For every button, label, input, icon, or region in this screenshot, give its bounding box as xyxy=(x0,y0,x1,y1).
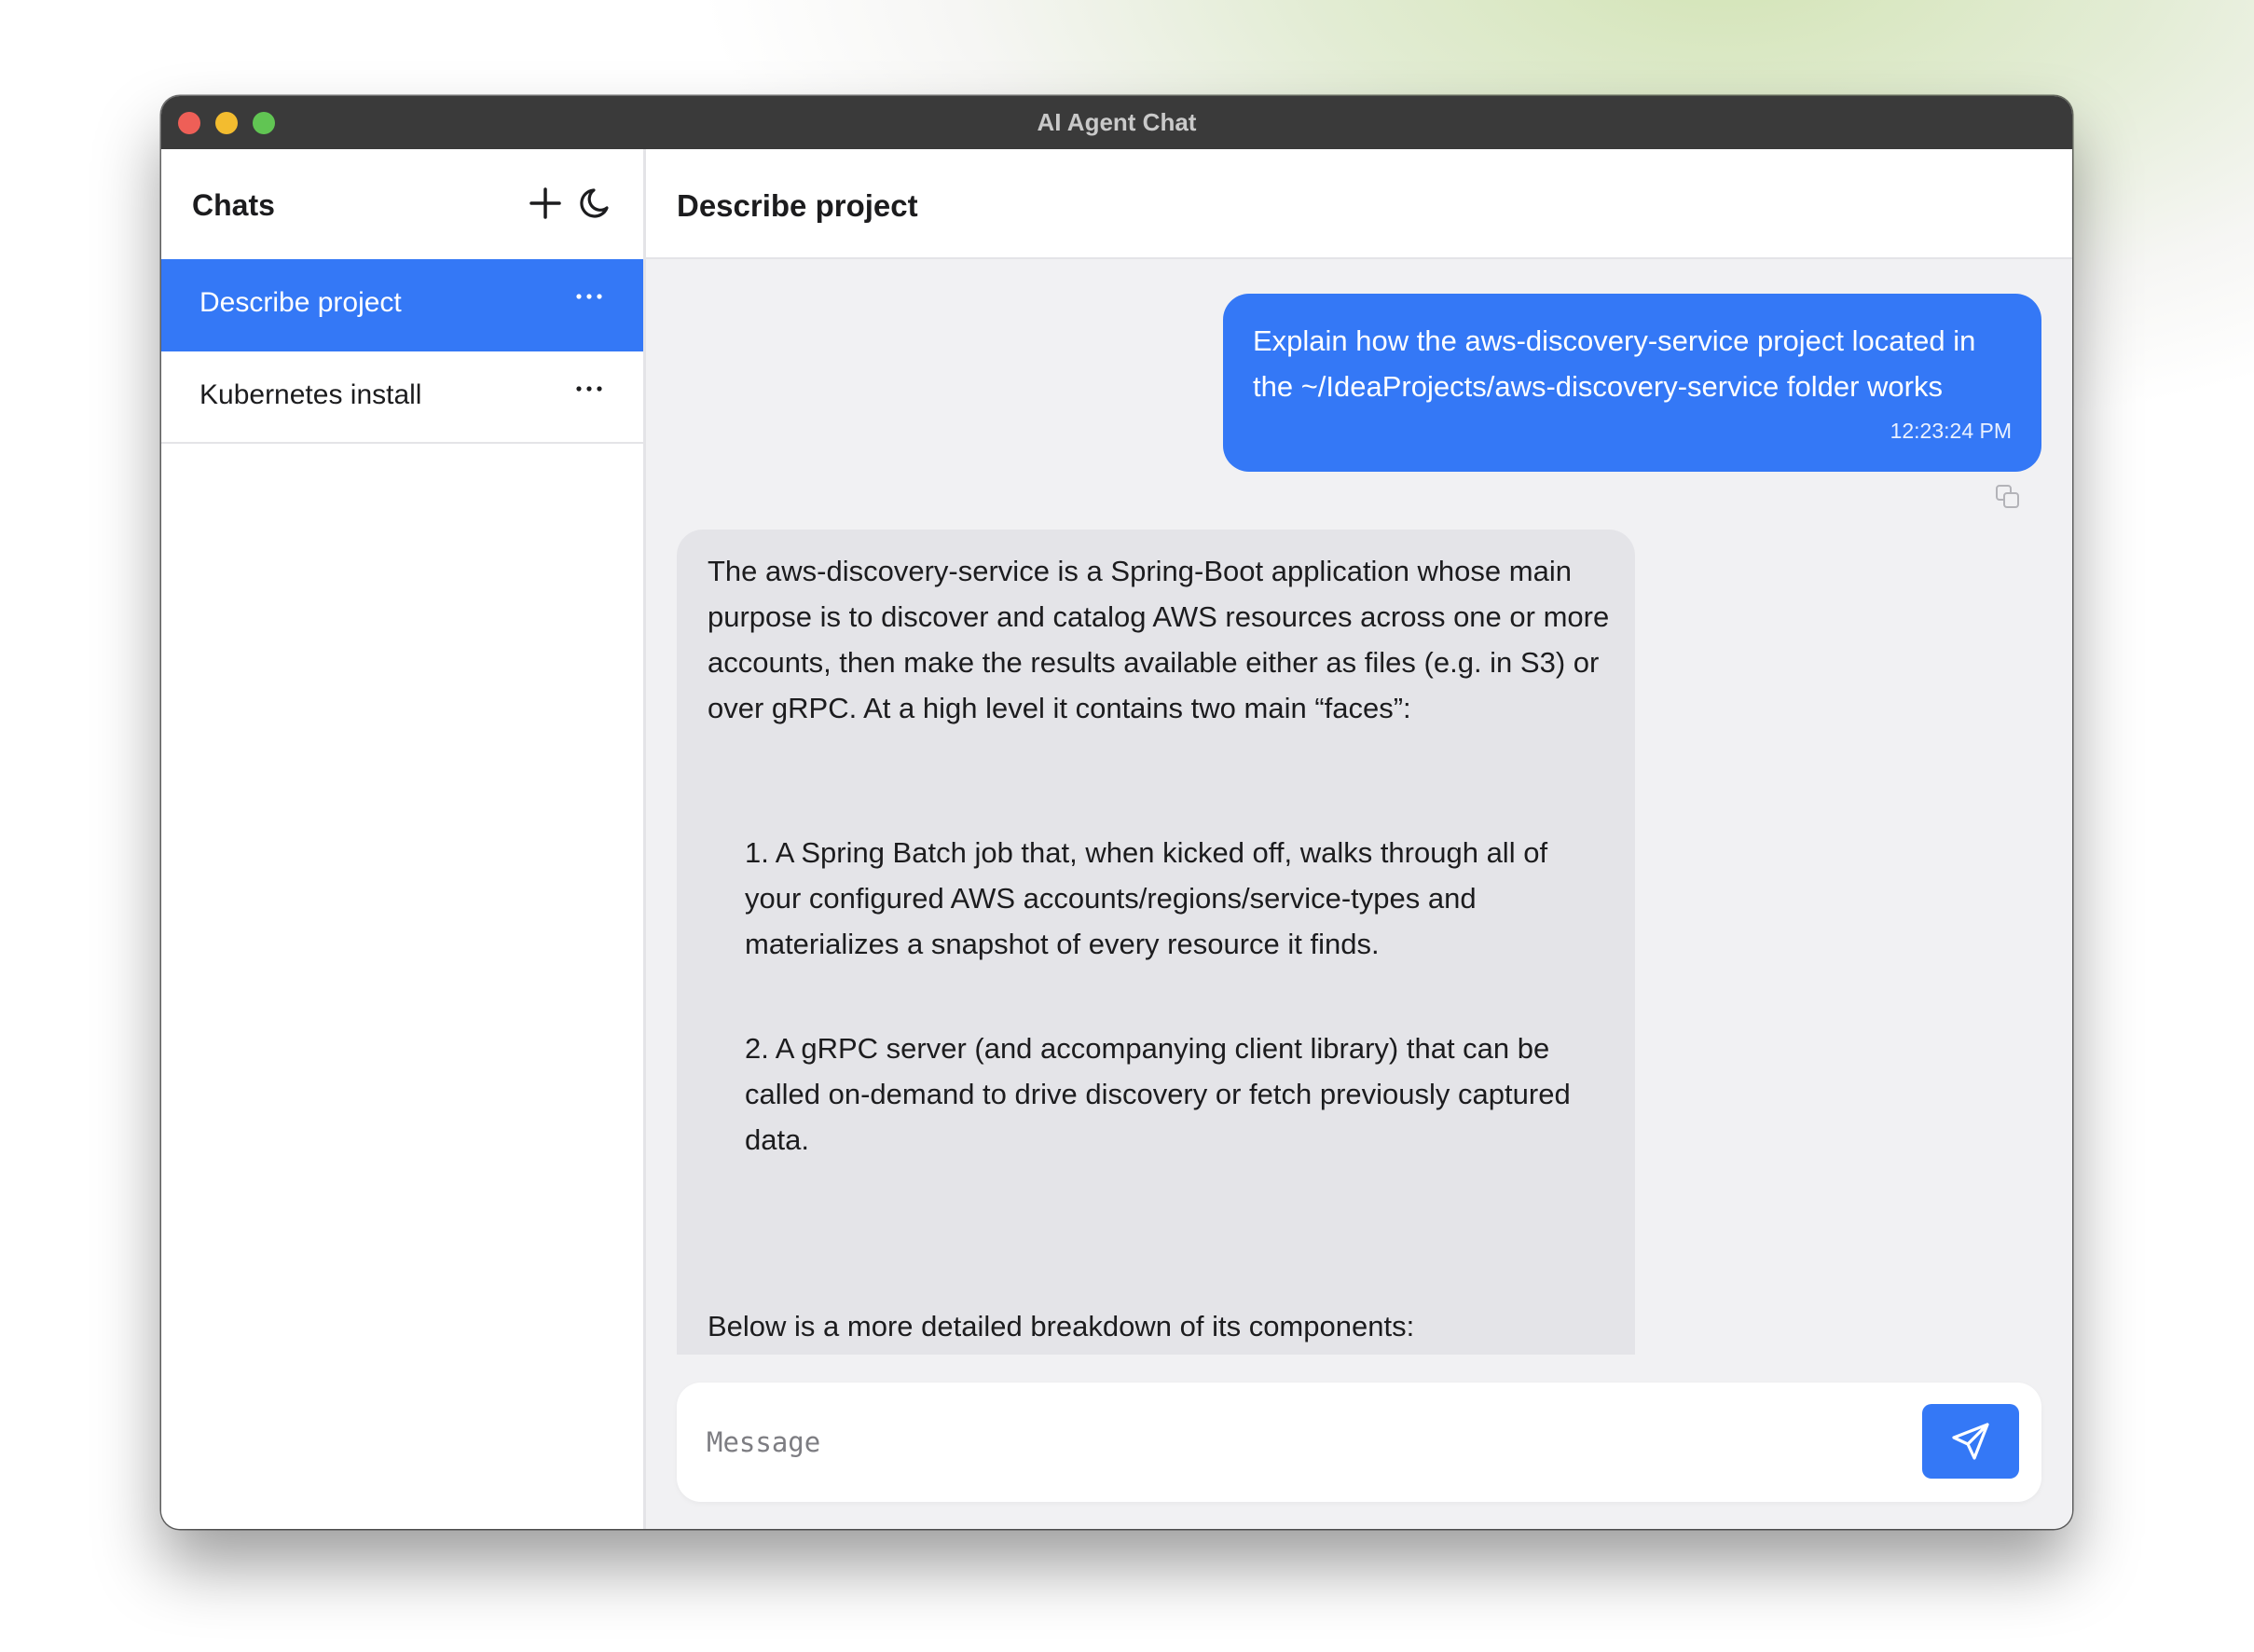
assistant-message-intro: The aws-discovery-service is a Spring-Bo… xyxy=(708,555,1610,724)
assistant-message-bubble: The aws-discovery-service is a Spring-Bo… xyxy=(677,530,1635,1355)
assistant-list-item: 2. A gRPC server (and accompanying clien… xyxy=(745,1032,1571,1156)
plus-icon xyxy=(529,187,561,219)
copy-message-button[interactable] xyxy=(1994,483,2022,511)
chat-header: Describe project xyxy=(646,149,2072,259)
chat-item-kubernetes-install[interactable]: Kubernetes install xyxy=(161,351,643,444)
app-window: AI Agent Chat Chats Describe project Kub… xyxy=(161,96,2072,1529)
sidebar-title: Chats xyxy=(192,188,275,222)
copy-icon xyxy=(1996,485,2019,508)
send-button[interactable] xyxy=(1922,1404,2019,1479)
sidebar: Chats Describe project Kubernetes instal… xyxy=(161,149,646,1529)
message-input[interactable] xyxy=(705,1409,1902,1476)
more-options-icon[interactable] xyxy=(573,287,605,306)
theme-toggle-button[interactable] xyxy=(575,183,616,224)
message-composer xyxy=(677,1383,2041,1502)
chat-title: Describe project xyxy=(677,188,918,223)
moon-icon xyxy=(580,188,609,218)
chat-item-label: Describe project xyxy=(199,287,402,318)
chat-pane: Describe project Explain how the aws-dis… xyxy=(646,149,2072,1529)
window-title: AI Agent Chat xyxy=(1037,108,1197,136)
new-chat-button[interactable] xyxy=(525,183,566,224)
title-bar: AI Agent Chat xyxy=(161,96,2072,149)
user-message-bubble: Explain how the aws-discovery-service pr… xyxy=(1223,294,2041,472)
send-icon xyxy=(1952,1423,1989,1460)
chat-item-describe-project[interactable]: Describe project xyxy=(161,259,643,351)
assistant-list-item: 1. A Spring Batch job that, when kicked … xyxy=(745,836,1548,960)
chat-list: Describe project Kubernetes install xyxy=(161,259,643,444)
user-message-text: Explain how the aws-discovery-service pr… xyxy=(1253,324,1976,403)
chat-item-label: Kubernetes install xyxy=(199,379,422,410)
message-timestamp: 12:23:24 PM xyxy=(1890,419,2012,443)
assistant-message-outro: Below is a more detailed breakdown of it… xyxy=(708,1310,1415,1342)
more-options-icon[interactable] xyxy=(573,379,605,398)
sidebar-header: Chats xyxy=(161,149,643,259)
